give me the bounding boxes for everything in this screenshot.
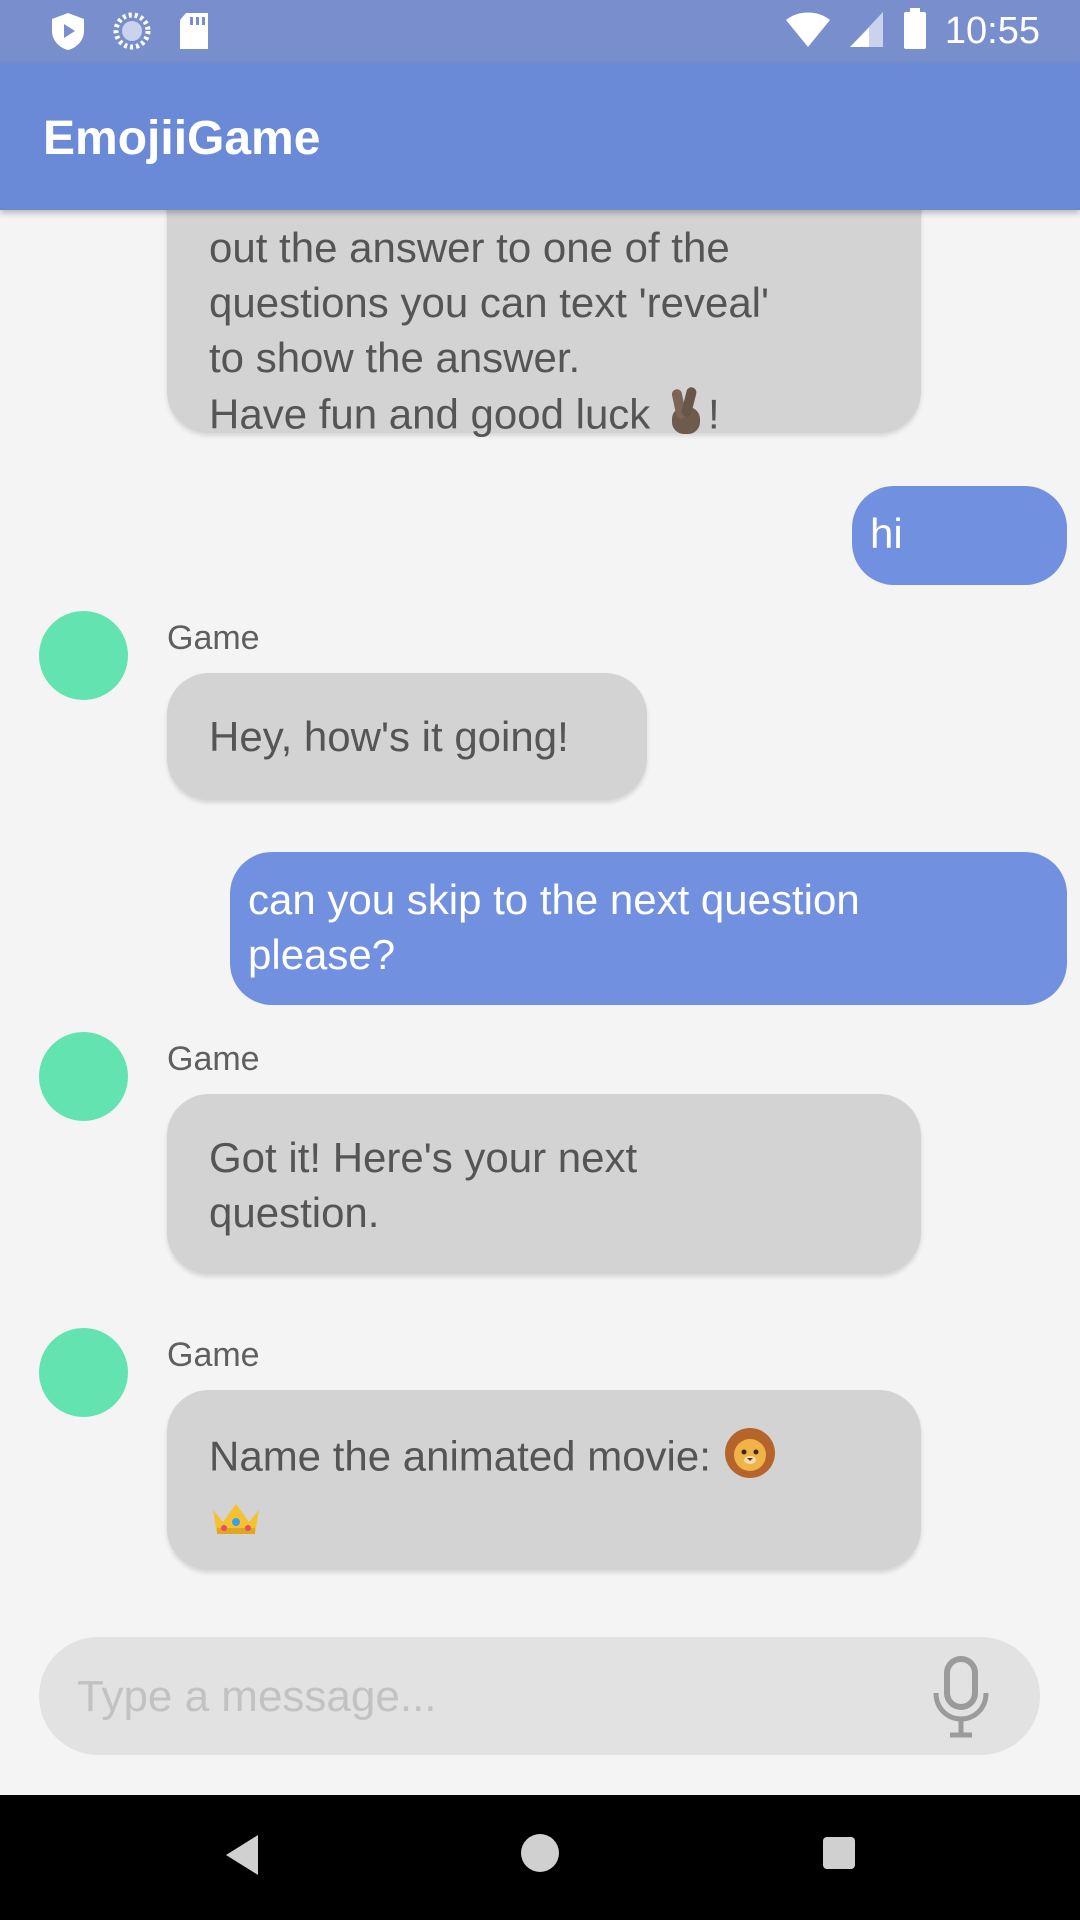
- wifi-icon: [785, 10, 831, 53]
- message-text-suffix: !: [707, 390, 720, 438]
- status-time: 10:55: [944, 10, 1040, 52]
- sender-name: Game: [167, 619, 260, 657]
- system-nav-bar: [0, 1795, 1080, 1920]
- play-protect-icon: [50, 11, 86, 56]
- avatar[interactable]: [39, 611, 128, 700]
- app-bar: EmojiiGame: [0, 63, 1080, 210]
- message-line: Got it! Here's your next: [209, 1134, 638, 1181]
- message-line: question.: [209, 1189, 380, 1236]
- app-title: EmojiiGame: [43, 112, 321, 165]
- back-icon[interactable]: [222, 1831, 262, 1884]
- chat-message-list[interactable]: out the answer to one of the questions y…: [0, 210, 1080, 1795]
- message-line: [209, 1493, 879, 1551]
- message-line: please?: [248, 931, 396, 978]
- message-composer: [39, 1637, 1040, 1755]
- message-line: out the answer to one of the: [209, 224, 730, 271]
- outgoing-message-bubble: can you skip to the next question please…: [230, 852, 1067, 1005]
- message-text: Have fun and good luck: [209, 390, 651, 438]
- sender-name: Game: [167, 1040, 260, 1078]
- sd-card-icon: [178, 12, 210, 55]
- status-bar: 10:55: [0, 0, 1080, 63]
- status-left-icons: [50, 11, 210, 56]
- avatar[interactable]: [39, 1032, 128, 1121]
- message-text: Name the animated movie:: [209, 1432, 711, 1480]
- incoming-message-bubble: Got it! Here's your next question.: [167, 1094, 921, 1274]
- sender-name: Game: [167, 1336, 260, 1374]
- crossed-fingers-emoji: [662, 385, 708, 450]
- message-line: Name the animated movie:: [209, 1426, 879, 1493]
- message-line: to show the answer.: [209, 334, 581, 381]
- avatar[interactable]: [39, 1328, 128, 1417]
- sync-spinner-icon: [112, 11, 152, 56]
- microphone-icon[interactable]: [924, 1655, 998, 1739]
- message-line: can you skip to the next question: [248, 876, 860, 923]
- battery-icon: [903, 8, 927, 55]
- message-input[interactable]: [77, 1667, 907, 1727]
- incoming-message-bubble: Hey, how's it going!: [167, 673, 647, 800]
- message-line: questions you can text 'reveal': [209, 279, 770, 326]
- cell-signal-icon: [849, 10, 885, 53]
- home-icon[interactable]: [519, 1832, 561, 1879]
- incoming-message-bubble: Name the animated movie:: [167, 1390, 921, 1570]
- lion-face-emoji: [723, 1426, 777, 1493]
- recents-icon[interactable]: [821, 1835, 857, 1876]
- incoming-message-bubble: out the answer to one of the questions y…: [167, 210, 921, 438]
- message-line: Have fun and good luck !: [209, 385, 879, 450]
- crown-emoji: [209, 1496, 263, 1551]
- status-right-icons: 10:55: [785, 8, 1040, 55]
- outgoing-message-bubble: hi: [852, 486, 1067, 585]
- message-text: hi: [870, 510, 903, 557]
- message-text: Hey, how's it going!: [209, 713, 569, 760]
